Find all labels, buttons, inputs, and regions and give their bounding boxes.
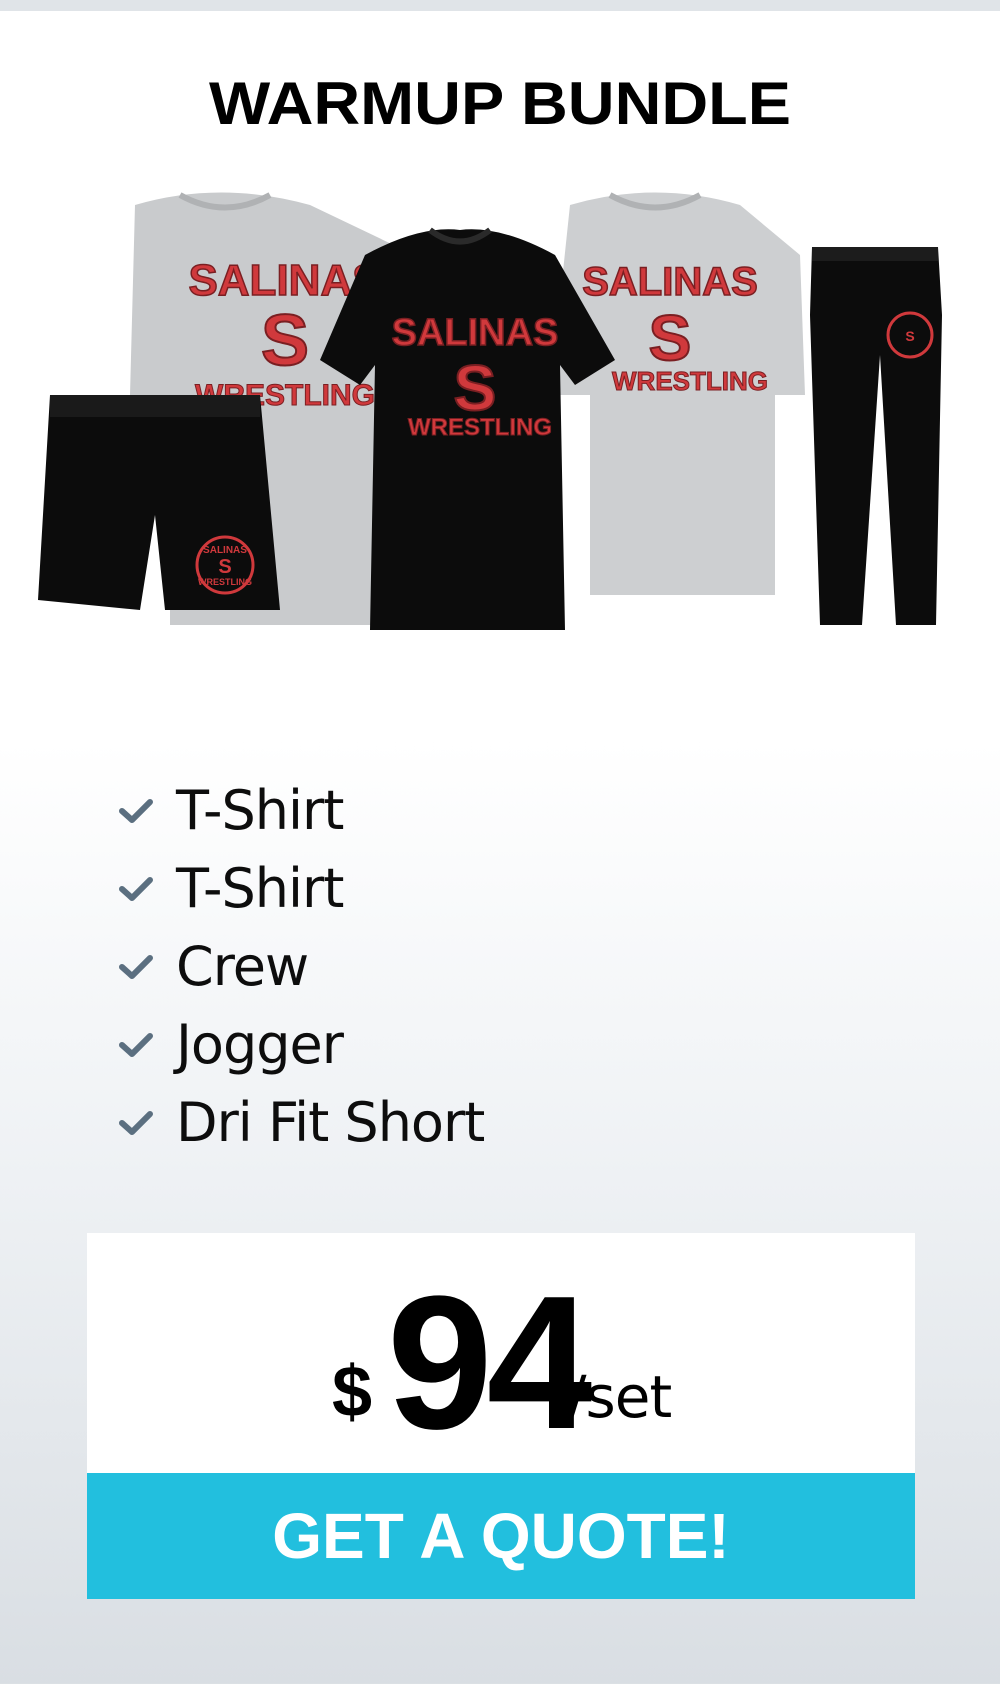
price-currency: $ (332, 1352, 373, 1432)
crew-right-letter: S (649, 302, 692, 374)
crew-gray-right: SALINAS S WRESTLING (550, 192, 805, 595)
page-title: WARMUP BUNDLE (208, 70, 791, 137)
shorts-patch-text-2: WRESTLING (198, 577, 252, 587)
check-icon (119, 1033, 153, 1057)
shorts-patch-letter: S (218, 556, 231, 578)
top-strip (0, 0, 1000, 11)
price-unit: /set (567, 1363, 672, 1431)
jogger: S (810, 247, 942, 625)
feature-list: T-Shirt T-Shirt Crew Jogger Dri Fit Shor… (118, 772, 485, 1162)
tshirt-text-1: SALINAS (392, 312, 559, 354)
check-icon (119, 877, 153, 901)
price-box: $ 94 /set (87, 1233, 915, 1473)
tshirt-text-2: WRESTLING (408, 414, 552, 441)
feature-label: Dri Fit Short (176, 1091, 485, 1154)
jogger-patch-letter: S (905, 328, 914, 344)
feature-label: Jogger (176, 1013, 344, 1076)
feature-item: T-Shirt (118, 850, 484, 928)
get-quote-label: GET A QUOTE! (272, 1500, 730, 1572)
feature-label: T-Shirt (176, 779, 344, 842)
feature-label: T-Shirt (176, 857, 344, 920)
check-icon (119, 955, 153, 979)
price-amount: 94 (387, 1257, 592, 1469)
crew-left-letter: S (261, 301, 309, 381)
crew-right-text-1: SALINAS (582, 260, 758, 304)
check-icon (119, 1111, 153, 1135)
feature-item: Jogger (118, 1006, 484, 1084)
shorts: SALINAS S WRESTLING (38, 395, 280, 610)
price-display: $ 94 /set (87, 1233, 915, 1473)
feature-item: Dri Fit Short (118, 1084, 485, 1162)
feature-item: Crew (118, 928, 484, 1006)
check-icon (119, 799, 153, 823)
feature-label: Crew (176, 935, 309, 998)
shorts-patch-text-1: SALINAS (203, 545, 247, 556)
feature-item: T-Shirt (118, 772, 484, 850)
crew-right-text-2: WRESTLING (612, 366, 768, 396)
get-quote-button[interactable]: GET A QUOTE! (87, 1473, 915, 1599)
apparel-bundle-image: SALINAS S WRESTLING SALINAS S WRESTLING … (38, 192, 942, 630)
